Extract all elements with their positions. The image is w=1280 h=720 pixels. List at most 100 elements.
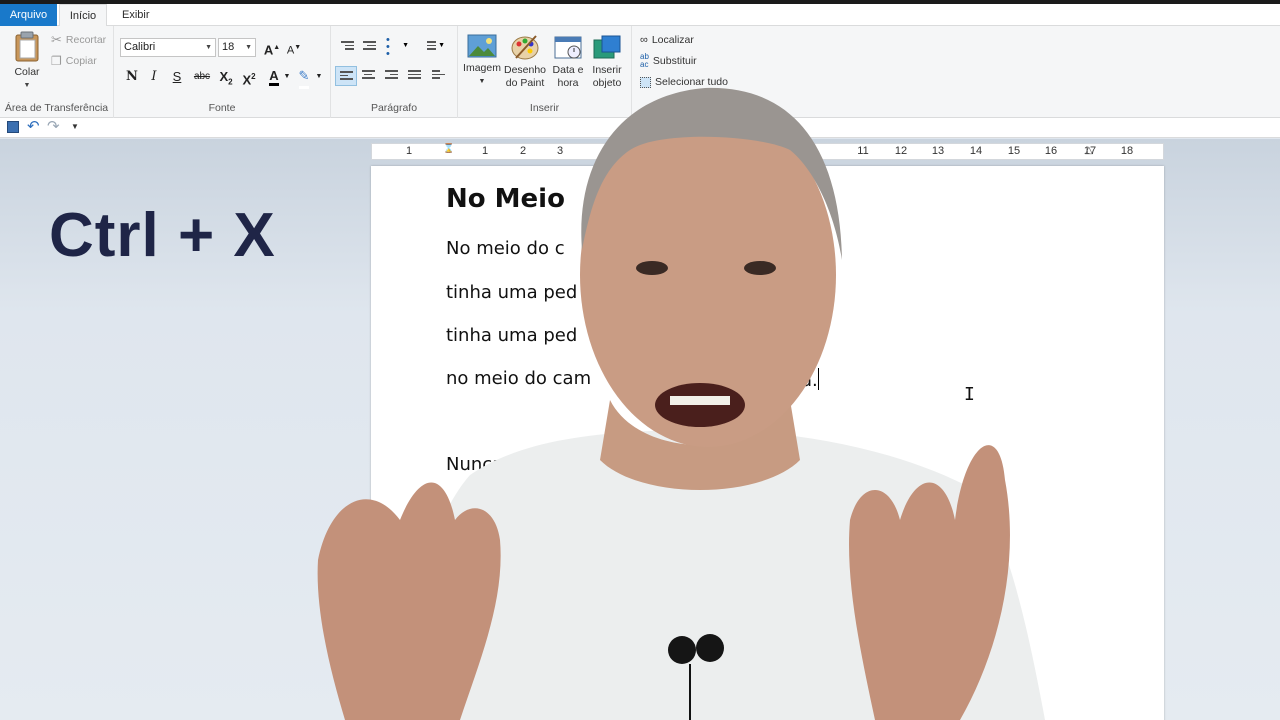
- ribbon: Colar ▼ ✂ Recortar ❐ Copiar Área de Tran…: [0, 26, 1280, 118]
- paint-drawing-button[interactable]: Desenho do Paint: [503, 34, 547, 90]
- ruler-number: 1: [405, 145, 413, 157]
- document-line-5: Nunca m: [446, 454, 527, 475]
- replace-button[interactable]: ab ac Substituir: [640, 52, 697, 70]
- font-color-button[interactable]: A: [264, 66, 284, 86]
- align-left-icon: [340, 71, 353, 82]
- justify-button[interactable]: [404, 66, 426, 86]
- insert-image-button[interactable]: Imagem ▼: [461, 34, 503, 88]
- tab-file[interactable]: Arquivo: [0, 4, 57, 26]
- image-icon: [467, 34, 497, 58]
- find-label: Localizar: [651, 34, 694, 46]
- paste-label: Colar: [14, 66, 40, 78]
- chevron-down-icon: ▼: [478, 78, 486, 85]
- ruler-number: 16: [1044, 145, 1058, 157]
- ribbon-tab-bar: Arquivo Início Exibir: [0, 4, 1280, 27]
- object-label-2: objeto: [592, 77, 622, 89]
- font-family-select[interactable]: Calibri ▼: [120, 38, 216, 57]
- bold-button[interactable]: N: [122, 67, 142, 87]
- align-right-icon: [385, 70, 398, 81]
- paste-dropdown-icon[interactable]: ▼: [8, 79, 46, 92]
- subscript-button[interactable]: X2: [216, 67, 236, 87]
- align-right-button[interactable]: [381, 66, 403, 86]
- indent-icon: [363, 41, 376, 52]
- paste-icon: [15, 31, 39, 62]
- object-label-1: Inserir: [592, 64, 622, 76]
- font-size-select[interactable]: 18 ▼: [218, 38, 256, 57]
- editing-group: ∞ Localizar ab ac Substituir Selecionar t…: [632, 26, 740, 118]
- calendar-icon: [554, 36, 582, 59]
- shortcut-overlay-text: Ctrl + X: [49, 201, 276, 270]
- font-family-value: Calibri: [124, 41, 156, 53]
- find-button[interactable]: ∞ Localizar: [640, 31, 694, 49]
- document-line-2: tinha uma ped: [446, 282, 578, 303]
- cut-label: Recortar: [65, 34, 107, 46]
- binoculars-icon: ∞: [640, 34, 648, 46]
- scissors-icon: ✂: [51, 32, 62, 47]
- italic-button[interactable]: I: [144, 67, 164, 87]
- clipboard-group: Colar ▼ ✂ Recortar ❐ Copiar Área de Tran…: [0, 26, 114, 118]
- cut-button[interactable]: ✂ Recortar: [51, 31, 106, 49]
- document-page[interactable]: No Meio No meio do c tinha uma ped tinha…: [371, 166, 1164, 720]
- chevron-down-icon: ▼: [402, 42, 409, 49]
- datetime-label-2: hora: [557, 77, 579, 89]
- paragraph-icon: [432, 70, 445, 81]
- paint-label-1: Desenho: [503, 64, 547, 76]
- line-spacing-button[interactable]: ▼: [419, 37, 447, 57]
- tab-view[interactable]: Exibir: [112, 4, 160, 26]
- paste-button[interactable]: Colar ▼: [8, 30, 46, 92]
- paragraph-settings-button[interactable]: [428, 66, 450, 86]
- document-line-4: no meio do cam: [446, 368, 591, 389]
- paragraph-group-label: Parágrafo: [370, 102, 418, 114]
- font-color-icon: A: [269, 69, 279, 86]
- tab-home[interactable]: Início: [59, 4, 107, 27]
- highlighter-icon: ✎: [298, 66, 310, 89]
- ruler-number: 13: [931, 145, 945, 157]
- font-group-label: Fonte: [208, 102, 236, 114]
- highlight-button[interactable]: ✎: [294, 66, 314, 89]
- copy-icon: ❐: [51, 54, 62, 68]
- redo-icon[interactable]: ↷: [47, 117, 60, 135]
- bullets-button[interactable]: • • • ▼: [383, 35, 411, 60]
- superscript-button[interactable]: X2: [239, 67, 259, 87]
- font-color-dropdown[interactable]: ▼: [282, 67, 292, 87]
- justify-icon: [408, 70, 421, 81]
- ruler-number: 14: [969, 145, 983, 157]
- increase-indent-button[interactable]: [359, 37, 381, 57]
- underline-button[interactable]: S: [167, 67, 187, 87]
- ruler-number: 11: [857, 145, 869, 157]
- ruler-number: 15: [1007, 145, 1021, 157]
- save-icon[interactable]: [7, 121, 19, 133]
- select-all-icon: [640, 76, 651, 88]
- align-center-icon: [362, 70, 375, 81]
- ruler-number: 2: [519, 145, 527, 157]
- left-indent-marker-icon[interactable]: ⌛: [443, 143, 454, 154]
- text-caret: [817, 368, 819, 390]
- grow-font-button[interactable]: A▲: [262, 38, 282, 58]
- document-line-4-end: a.: [801, 370, 818, 391]
- chevron-down-icon: ▼: [205, 44, 212, 51]
- strikethrough-button[interactable]: abc: [190, 67, 214, 87]
- align-left-button[interactable]: [335, 66, 357, 86]
- replace-label: Substituir: [652, 55, 697, 67]
- object-icon: [593, 35, 621, 59]
- datetime-button[interactable]: Data e hora: [549, 34, 587, 90]
- ruler-number: 1: [481, 145, 489, 157]
- clipboard-group-label: Área de Transferência: [4, 102, 109, 114]
- decrease-indent-button[interactable]: [337, 37, 359, 57]
- select-all-button[interactable]: Selecionar tudo: [640, 73, 728, 91]
- undo-icon[interactable]: ↶: [27, 117, 40, 135]
- copy-label: Copiar: [65, 55, 97, 67]
- insert-object-button[interactable]: Inserir objeto: [588, 34, 626, 90]
- document-line-1: No meio do c: [446, 238, 565, 259]
- ruler[interactable]: 1 1 2 3 11 12 13 14 15 16 17 18 ⌛ △: [371, 143, 1164, 160]
- shrink-font-button[interactable]: A▼: [284, 38, 304, 58]
- customize-qat-icon[interactable]: ▼: [71, 122, 79, 131]
- highlight-dropdown[interactable]: ▼: [314, 67, 324, 87]
- align-center-button[interactable]: [358, 66, 380, 86]
- datetime-label-1: Data e: [552, 64, 584, 76]
- select-all-label: Selecionar tudo: [655, 76, 728, 88]
- right-indent-marker-icon[interactable]: △: [1085, 145, 1093, 156]
- document-line-4-end-wrap: a.: [801, 368, 819, 391]
- copy-button[interactable]: ❐ Copiar: [51, 52, 97, 70]
- document-line-3: tinha uma ped: [446, 325, 578, 346]
